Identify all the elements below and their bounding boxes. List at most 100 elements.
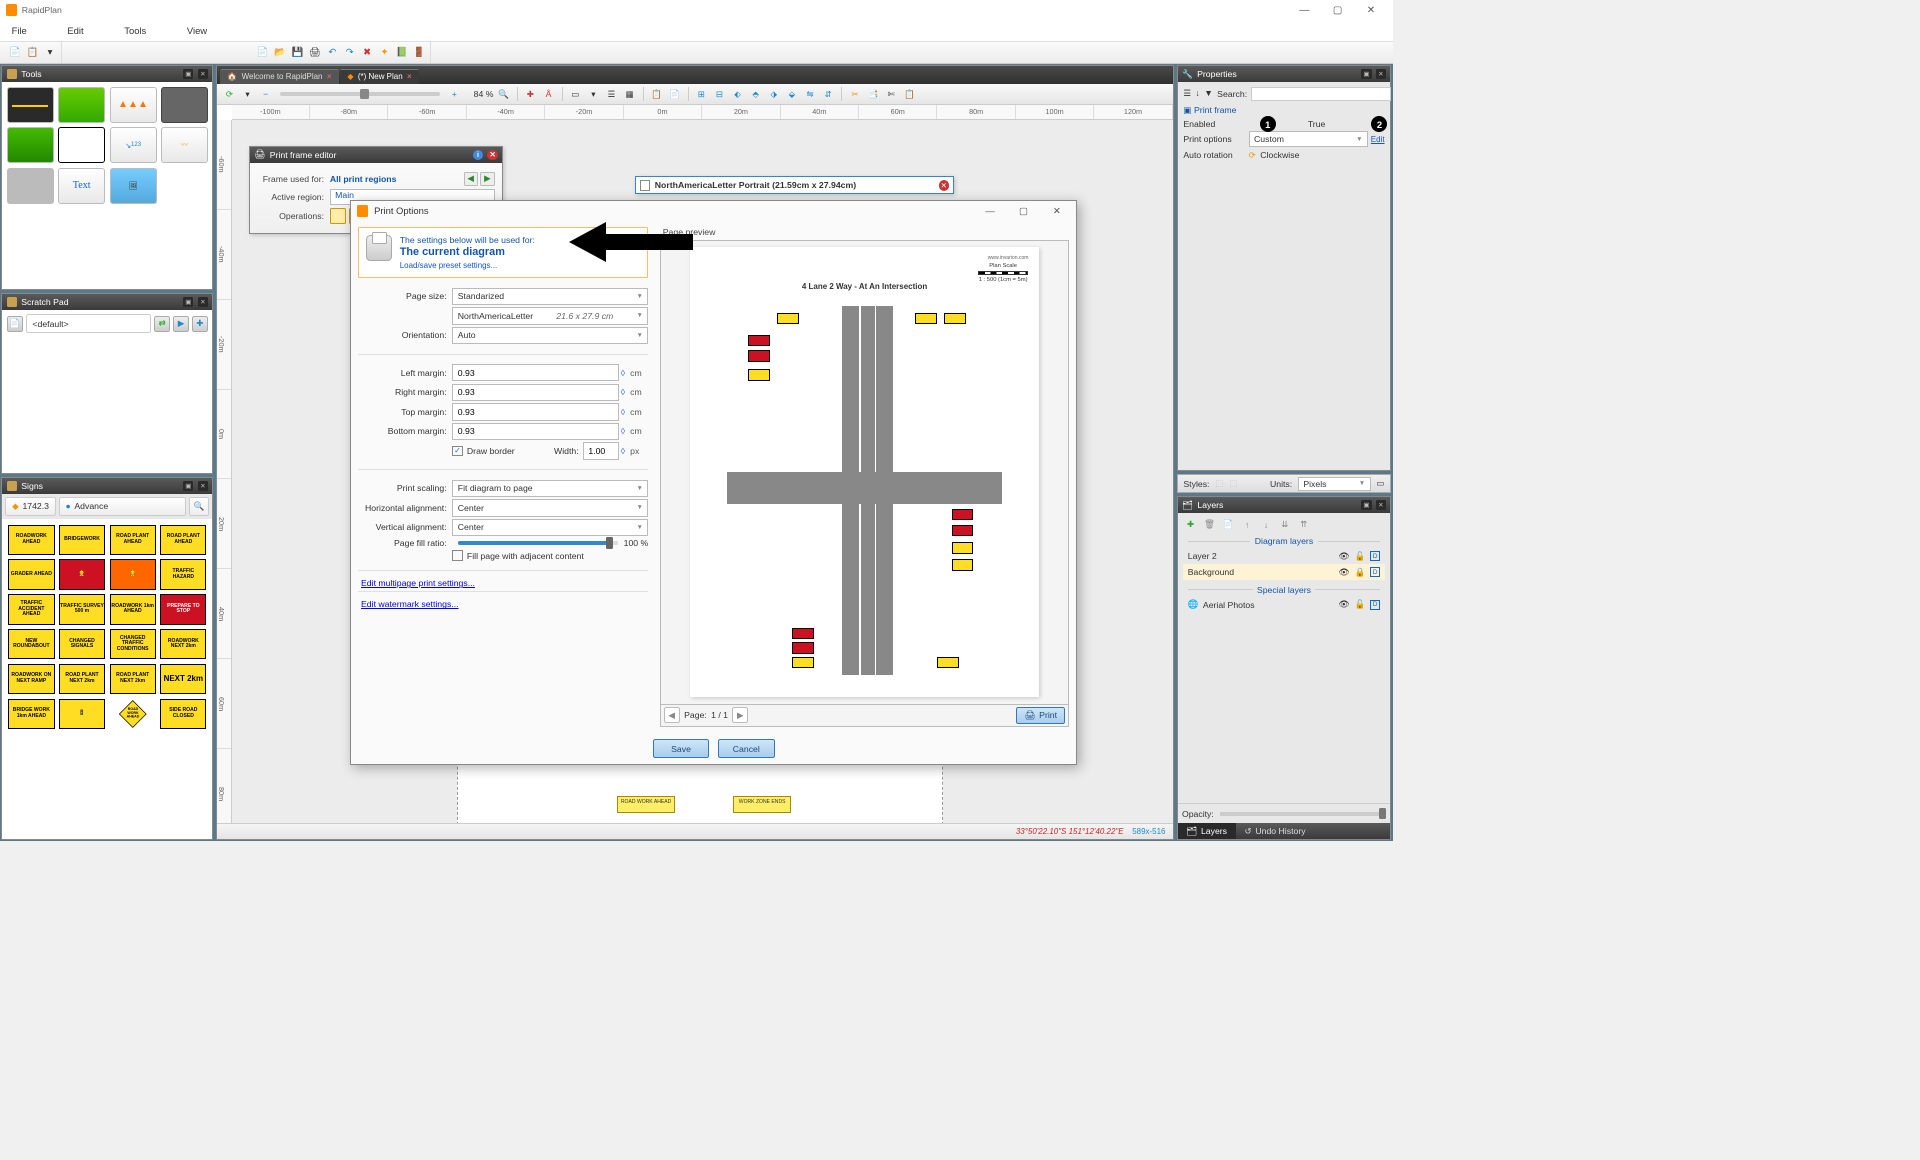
- spin-icon[interactable]: ◊: [619, 426, 628, 436]
- copy-icon[interactable]: 📋: [649, 86, 665, 102]
- page-size-select[interactable]: Standarized▼: [452, 288, 648, 305]
- properties-search-input[interactable]: [1251, 87, 1391, 102]
- sign-item[interactable]: NEW ROUNDABOUT: [8, 629, 54, 659]
- panel-close-icon[interactable]: ✕: [1376, 500, 1386, 510]
- page-prev-button[interactable]: ◀: [664, 707, 680, 723]
- tab-welcome[interactable]: 🏠 Welcome to RapidPlan ×: [220, 69, 339, 84]
- sign-item[interactable]: 👷: [59, 559, 105, 589]
- drawing-canvas[interactable]: ROAD WORK AHEAD WORK ZONE ENDS 🖨 Print f…: [232, 120, 1173, 823]
- d-icon[interactable]: D: [1370, 551, 1380, 561]
- sign-item[interactable]: ROADWORK AHEAD: [8, 525, 54, 555]
- tool-workzone[interactable]: [161, 87, 208, 123]
- align-center-icon[interactable]: ⬘: [748, 86, 764, 102]
- sign-item[interactable]: ROAD PLANT NEXT 2km: [59, 664, 105, 694]
- close-icon[interactable]: ×: [407, 72, 412, 81]
- sel-rect-icon[interactable]: ▭: [567, 86, 583, 102]
- tool-delineator[interactable]: [58, 87, 105, 123]
- menu-edit[interactable]: Edit: [62, 22, 90, 39]
- spin-icon[interactable]: ◊: [619, 407, 628, 417]
- print-options-select[interactable]: Custom▼: [1249, 131, 1368, 147]
- panel-close-icon[interactable]: ✕: [198, 481, 208, 491]
- spin-icon[interactable]: ◊: [619, 368, 628, 378]
- zoom-slider[interactable]: [280, 92, 440, 96]
- sign-item[interactable]: PREPARE TO STOP: [160, 594, 206, 624]
- signs-search-icon[interactable]: 🔍: [189, 497, 209, 516]
- auto-rotation-value[interactable]: ⟳ Clockwise: [1249, 150, 1385, 161]
- scratch-default-chip[interactable]: <default>: [26, 314, 152, 333]
- move-up-icon[interactable]: ↑: [1240, 517, 1255, 532]
- tool-arrow[interactable]: ↘123: [110, 127, 157, 163]
- units-select[interactable]: Pixels▼: [1298, 477, 1371, 492]
- lock-icon[interactable]: 🔒: [1354, 567, 1366, 579]
- style-swatch-icon[interactable]: ⬚: [1229, 478, 1237, 489]
- layer-row[interactable]: Layer 2👁🔓D: [1183, 548, 1384, 564]
- signs-code-chip[interactable]: ◆1742.3: [5, 497, 55, 516]
- toolbar-wizard-icon[interactable]: 📋: [25, 44, 41, 60]
- align-left-icon[interactable]: ⬖: [730, 86, 746, 102]
- sign-item[interactable]: TRAFFIC ACCIDENT AHEAD: [8, 594, 54, 624]
- h-align-select[interactable]: Center▼: [452, 499, 648, 516]
- toolbar-print-icon[interactable]: 🖨: [307, 44, 323, 60]
- tool-cones[interactable]: [110, 87, 157, 123]
- sign-item[interactable]: BRIDGEWORK: [59, 525, 105, 555]
- sign-item[interactable]: BRIDGE WORK 1km AHEAD: [8, 699, 54, 729]
- sign-item[interactable]: ROAD PLANT AHEAD: [110, 525, 156, 555]
- tab-new-plan[interactable]: ◆ (*) New Plan ×: [340, 69, 419, 84]
- align-right-icon[interactable]: ⬗: [766, 86, 782, 102]
- scratch-next-icon[interactable]: ▶: [173, 316, 189, 332]
- toolbar-delete-icon[interactable]: ✖: [359, 44, 375, 60]
- toolbar-help-icon[interactable]: 📗: [394, 44, 410, 60]
- paper-select[interactable]: NorthAmericaLetter21.6 x 27.9 cm▼: [452, 307, 648, 324]
- lock-icon[interactable]: 🔓: [1354, 551, 1366, 563]
- dup-layer-icon[interactable]: 📄: [1221, 517, 1236, 532]
- page-fill-slider[interactable]: [458, 541, 618, 545]
- split-icon[interactable]: ⇈: [1296, 517, 1311, 532]
- toolbar-new-icon[interactable]: 📄: [7, 44, 23, 60]
- style-swatch-icon[interactable]: ⬚: [1215, 478, 1223, 489]
- toolbar-save-icon[interactable]: 💾: [290, 44, 306, 60]
- scratch-add-icon[interactable]: ✚: [192, 316, 208, 332]
- sign-item[interactable]: CHANGED TRAFFIC CONDITIONS: [110, 629, 156, 659]
- sign-item[interactable]: TRAFFIC SURVEY 500 m: [59, 594, 105, 624]
- sign-item[interactable]: ROAD PLANT NEXT 2km: [110, 664, 156, 694]
- draw-border-checkbox[interactable]: [452, 446, 462, 456]
- sign-item[interactable]: TRAFFIC HAZARD: [160, 559, 206, 589]
- spin-icon[interactable]: ◊: [619, 387, 628, 397]
- sign-item[interactable]: ROAD PLANT AHEAD: [160, 525, 206, 555]
- edit-link[interactable]: Edit: [1371, 135, 1385, 144]
- d-icon[interactable]: D: [1370, 600, 1380, 610]
- scratch-item-icon[interactable]: 📄: [7, 316, 23, 332]
- close-icon[interactable]: ✕: [487, 150, 497, 160]
- panel-close-icon[interactable]: ✕: [198, 69, 208, 79]
- lock-icon[interactable]: 🔓: [1354, 599, 1366, 611]
- window-minimize-button[interactable]: —: [1288, 0, 1320, 20]
- canvas-sign[interactable]: WORK ZONE ENDS: [733, 796, 791, 813]
- panel-pin-icon[interactable]: ▣: [1361, 500, 1371, 510]
- tool-road[interactable]: [7, 87, 54, 123]
- toolbar-x-icon[interactable]: ✦: [377, 44, 393, 60]
- eye-icon[interactable]: 👁: [1338, 551, 1350, 563]
- toolbar-open-recent-icon[interactable]: ▾: [42, 44, 58, 60]
- print-button[interactable]: 🖨Print: [1016, 707, 1065, 724]
- copy2-icon[interactable]: 📑: [865, 86, 881, 102]
- layer-row[interactable]: 🌐Aerial Photos👁🔓D: [1183, 597, 1384, 613]
- move-down-icon[interactable]: ↓: [1259, 517, 1274, 532]
- list-icon[interactable]: ☰: [604, 86, 620, 102]
- save-button[interactable]: Save: [653, 739, 710, 758]
- dialog-maximize-button[interactable]: ▢: [1010, 202, 1038, 219]
- info-icon[interactable]: i: [473, 150, 483, 160]
- ungroup-icon[interactable]: ⊟: [712, 86, 728, 102]
- fill-adjacent-checkbox[interactable]: [452, 550, 462, 560]
- tool-iso-road[interactable]: [7, 127, 54, 163]
- panel-pin-icon[interactable]: ▣: [183, 481, 193, 491]
- signs-group-chip[interactable]: ●Advance: [59, 497, 186, 516]
- left-margin-input[interactable]: [452, 364, 619, 381]
- menu-view[interactable]: View: [181, 22, 213, 39]
- sign-item[interactable]: ROADWORK NEXT 2km: [160, 629, 206, 659]
- orientation-select[interactable]: Auto▼: [452, 327, 648, 344]
- group-icon[interactable]: ⊞: [693, 86, 709, 102]
- tool-text[interactable]: [58, 168, 105, 204]
- spin-icon[interactable]: ◊: [619, 446, 628, 456]
- menu-tools[interactable]: Tools: [118, 22, 152, 39]
- bottom-margin-input[interactable]: [452, 423, 619, 440]
